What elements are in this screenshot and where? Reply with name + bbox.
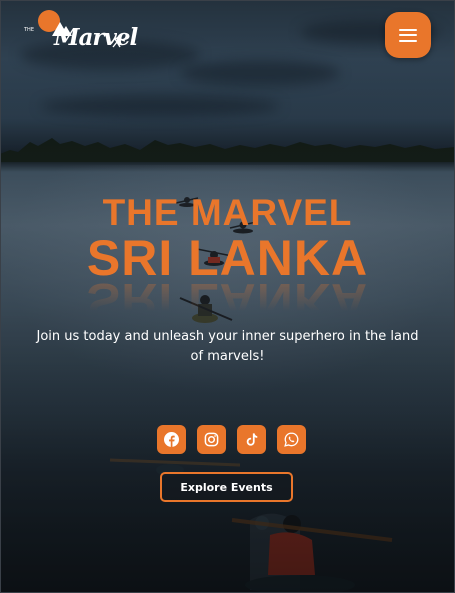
hero-title-reflection: SRI LANKA bbox=[86, 273, 369, 329]
instagram-link[interactable] bbox=[197, 425, 226, 454]
whatsapp-link[interactable] bbox=[277, 425, 306, 454]
social-links bbox=[157, 425, 306, 454]
explore-events-button[interactable]: Explore Events bbox=[160, 472, 293, 502]
tiktok-link[interactable] bbox=[237, 425, 266, 454]
facebook-icon bbox=[164, 432, 179, 447]
logo-mountain-icon bbox=[52, 22, 72, 36]
hero-title-line1: THE MARVEL bbox=[102, 192, 353, 233]
page: THE Marvel THE MARVEL SRI LANKA SRI LANK… bbox=[0, 0, 455, 593]
tiktok-icon bbox=[246, 433, 257, 446]
instagram-icon bbox=[204, 432, 219, 447]
facebook-link[interactable] bbox=[157, 425, 186, 454]
menu-button[interactable] bbox=[385, 12, 431, 58]
whatsapp-icon bbox=[284, 432, 299, 447]
site-logo[interactable]: THE Marvel bbox=[24, 8, 138, 54]
logo-runner-icon bbox=[112, 36, 126, 48]
hero-tagline: Join us today and unleash your inner sup… bbox=[36, 329, 419, 364]
hamburger-menu-icon bbox=[399, 28, 417, 42]
logo-prefix: THE bbox=[24, 27, 34, 33]
